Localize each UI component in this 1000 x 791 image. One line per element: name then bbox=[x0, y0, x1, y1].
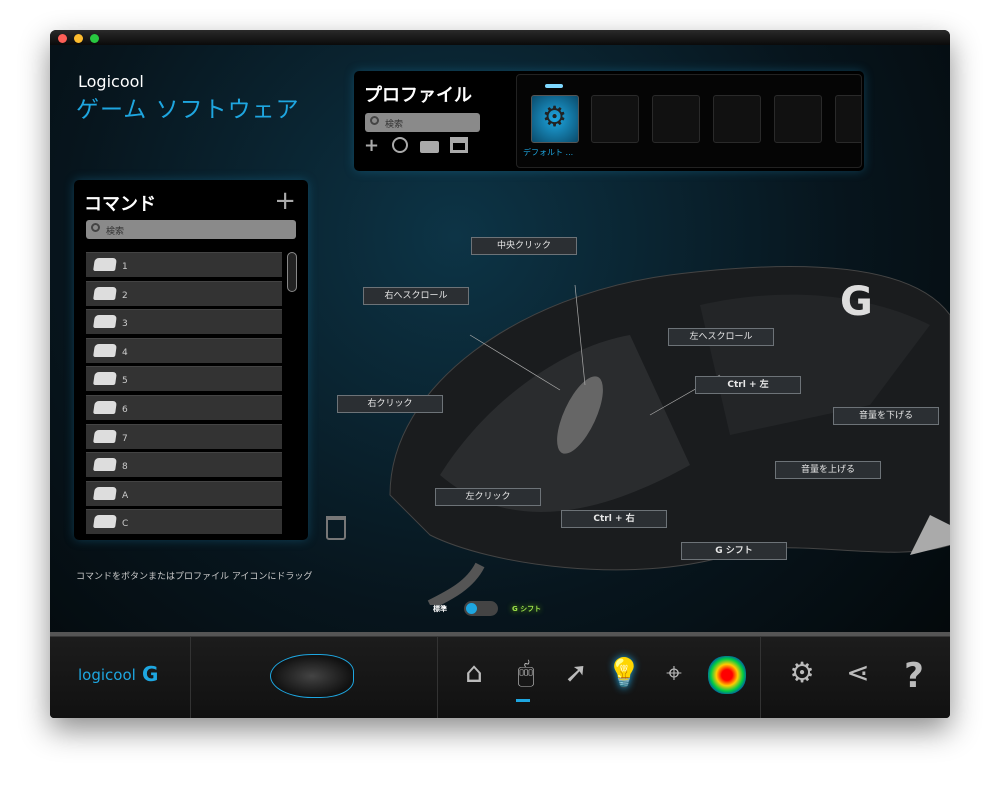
toggle-knob bbox=[466, 603, 477, 614]
mode-standard-label: 標準 bbox=[433, 605, 447, 613]
drag-hint: コマンドをボタンまたはプロファイル アイコンにドラッグ bbox=[76, 572, 313, 582]
minimize-button[interactable] bbox=[74, 34, 83, 43]
label-middle-click[interactable]: 中央クリック bbox=[471, 237, 577, 255]
folder-icon[interactable] bbox=[420, 141, 439, 153]
settings-gear-icon[interactable]: ⚙ bbox=[784, 656, 820, 694]
profile-title: プロファイル bbox=[364, 85, 472, 106]
command-item[interactable]: 2 bbox=[86, 280, 282, 306]
bottom-bar: logicool G ⌂ 🖱 ➚ 💡 ⌖ ⚙ ⋖ ? bbox=[50, 632, 950, 718]
mouse-cable bbox=[427, 562, 485, 605]
label-volume-down[interactable]: 音量を下げる bbox=[833, 407, 939, 425]
g-logo-icon: G bbox=[142, 662, 159, 686]
command-item[interactable]: 5 bbox=[86, 366, 282, 392]
key-icon bbox=[93, 372, 117, 386]
profile-search-input[interactable]: 検索 bbox=[365, 113, 480, 132]
help-icon[interactable]: ? bbox=[896, 656, 932, 696]
command-label: 4 bbox=[122, 347, 128, 358]
key-icon bbox=[93, 458, 117, 472]
divider bbox=[190, 637, 191, 718]
profile-slots: ⚙ デフォルト ... bbox=[516, 74, 862, 168]
command-item[interactable]: 7 bbox=[86, 423, 282, 449]
profile-slot[interactable] bbox=[652, 95, 700, 143]
command-label: C bbox=[122, 519, 129, 530]
key-icon bbox=[93, 429, 117, 443]
scrollbar[interactable] bbox=[287, 252, 297, 292]
title-bar bbox=[50, 30, 950, 45]
home-icon[interactable]: ⌂ bbox=[456, 656, 492, 694]
search-icon bbox=[370, 116, 379, 125]
brand-name: Logicool bbox=[78, 72, 144, 91]
trash-icon[interactable] bbox=[326, 516, 346, 540]
logicool-logo: logicool bbox=[78, 666, 136, 684]
label-right-click[interactable]: 右クリック bbox=[337, 395, 443, 413]
command-item[interactable]: 3 bbox=[86, 309, 282, 335]
surface-tuning-icon[interactable]: ⌖ bbox=[656, 656, 692, 694]
command-label: 6 bbox=[122, 405, 128, 415]
command-item[interactable]: C bbox=[86, 509, 282, 535]
active-indicator bbox=[545, 84, 563, 88]
command-item[interactable]: 1 bbox=[86, 252, 282, 277]
app-window: Logicool ゲーム ソフトウェア プロファイル 検索 + ⚙ デフォルト … bbox=[50, 30, 950, 718]
label-scroll-left[interactable]: 左へスクロール bbox=[668, 328, 774, 346]
key-icon bbox=[93, 515, 117, 529]
label-left-click[interactable]: 左クリック bbox=[435, 488, 541, 506]
label-scroll-right[interactable]: 右へスクロール bbox=[363, 287, 469, 305]
pointer-settings-icon[interactable]: ➚ bbox=[558, 656, 594, 694]
mode-toggle[interactable] bbox=[464, 601, 498, 616]
command-label: A bbox=[122, 490, 129, 501]
customize-buttons-icon[interactable]: 🖱 bbox=[508, 656, 544, 694]
label-ctrl-left[interactable]: Ctrl + 左 bbox=[695, 376, 801, 394]
divider bbox=[437, 637, 438, 718]
key-icon bbox=[93, 315, 117, 329]
command-label: 1 bbox=[122, 262, 128, 272]
search-icon bbox=[91, 223, 100, 232]
commands-title: コマンド bbox=[84, 194, 156, 215]
device-thumbnail[interactable] bbox=[270, 654, 354, 698]
plus-icon[interactable]: + bbox=[364, 135, 379, 156]
printer-icon[interactable] bbox=[450, 137, 468, 153]
gear-icon: ⚙ bbox=[542, 100, 568, 133]
share-icon[interactable]: ⋖ bbox=[840, 656, 876, 694]
command-search-input[interactable]: 検索 bbox=[86, 220, 296, 239]
g-logo: G bbox=[840, 279, 873, 325]
lighting-icon[interactable]: 💡 bbox=[606, 656, 642, 694]
command-label: 3 bbox=[122, 319, 128, 330]
command-label: 2 bbox=[122, 290, 128, 301]
search-placeholder: 検索 bbox=[385, 120, 404, 130]
profile-slot[interactable] bbox=[713, 95, 761, 143]
profile-slot-label: デフォルト ... bbox=[523, 148, 574, 157]
command-label: 7 bbox=[122, 433, 128, 444]
profile-slot[interactable] bbox=[774, 95, 822, 143]
heatmap-icon[interactable] bbox=[708, 656, 746, 694]
mode-gshift-label: G シフト bbox=[512, 605, 542, 613]
key-icon bbox=[93, 486, 117, 500]
command-item[interactable]: A bbox=[86, 480, 282, 506]
command-label: 8 bbox=[122, 462, 128, 473]
active-tab-indicator bbox=[516, 699, 530, 702]
profile-slot[interactable] bbox=[835, 95, 861, 143]
key-icon bbox=[93, 401, 117, 414]
add-command-button[interactable]: + bbox=[274, 186, 296, 216]
profile-slot[interactable] bbox=[591, 95, 639, 143]
profile-panel: プロファイル 検索 + ⚙ デフォルト ... bbox=[354, 71, 864, 171]
command-item[interactable]: 4 bbox=[86, 337, 282, 363]
key-icon bbox=[93, 258, 117, 271]
history-icon[interactable] bbox=[392, 137, 408, 153]
divider bbox=[760, 637, 761, 718]
zoom-button[interactable] bbox=[90, 34, 99, 43]
app-title: ゲーム ソフトウェア bbox=[76, 97, 300, 123]
label-ctrl-right[interactable]: Ctrl + 右 bbox=[561, 510, 667, 528]
key-icon bbox=[93, 286, 117, 300]
key-icon bbox=[93, 343, 117, 357]
search-placeholder: 検索 bbox=[106, 227, 125, 237]
profile-slot-default[interactable]: ⚙ bbox=[531, 95, 579, 143]
command-label: 5 bbox=[122, 376, 128, 387]
label-gshift[interactable]: G シフト bbox=[681, 542, 787, 560]
command-item[interactable]: 8 bbox=[86, 452, 282, 478]
label-volume-up[interactable]: 音量を上げる bbox=[775, 461, 881, 479]
commands-panel: コマンド + 検索 1 2 3 4 5 6 7 8 A C bbox=[74, 180, 308, 540]
command-item[interactable]: 6 bbox=[86, 395, 282, 420]
close-button[interactable] bbox=[58, 34, 67, 43]
